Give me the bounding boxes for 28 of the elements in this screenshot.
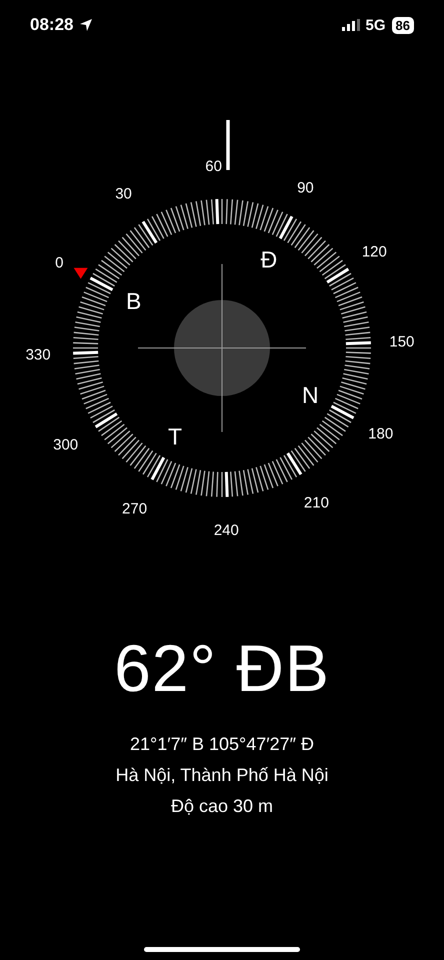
north-marker-icon (74, 268, 88, 279)
location-text: Hà Nội, Thành Phố Hà Nội (116, 765, 328, 786)
altitude-text: Độ cao 30 m (170, 796, 274, 817)
coordinates-text: 21°1′7″ B 105°47′27″ Đ (130, 734, 314, 755)
heading-reading: 62° ĐB (113, 630, 331, 706)
signal-icon (342, 19, 360, 31)
home-indicator[interactable] (144, 947, 300, 952)
cardinal-label: B (126, 288, 142, 314)
degree-label: 120 (362, 244, 387, 261)
degree-label: 210 (304, 494, 329, 512)
status-time: 08:28 (30, 15, 74, 35)
degree-label: 90 (297, 179, 314, 196)
degree-label: 300 (53, 436, 78, 454)
degree-label: 270 (122, 500, 148, 518)
cardinal-label: N (302, 382, 319, 408)
network-type: 5G (366, 16, 386, 34)
degree-label: 30 (115, 186, 132, 203)
degree-label: 240 (214, 522, 239, 539)
battery-indicator: 86 (392, 16, 414, 34)
degree-label: 0 (55, 254, 64, 272)
degree-label: 180 (368, 425, 394, 442)
cardinal-label: Đ (260, 246, 278, 273)
cardinal-label: T (168, 423, 182, 450)
degree-label: 150 (389, 334, 414, 351)
location-arrow-icon (79, 18, 94, 32)
degree-label: 60 (205, 158, 222, 176)
degree-label: 330 (26, 346, 51, 364)
heading-indicator (226, 120, 230, 170)
